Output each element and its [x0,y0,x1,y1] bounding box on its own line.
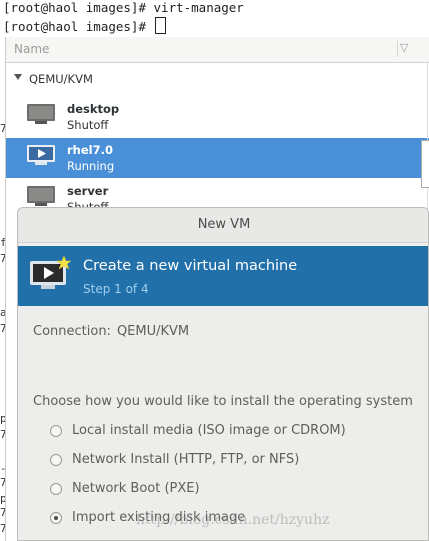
monitor-off-icon [27,186,55,206]
sort-arrow-icon[interactable]: ▽ [400,41,408,54]
column-name-label[interactable]: Name [14,42,49,56]
window-edge-fragment [421,140,429,188]
connection-info: Connection: QEMU/KVM [33,324,189,339]
radio-label[interactable]: Network Install (HTTP, FTP, or NFS) [72,452,299,467]
vm-name: desktop [67,102,120,116]
connection-label: Connection: [33,324,111,339]
terminal-cursor [154,17,166,34]
connection-group-label: QEMU/KVM [29,72,93,86]
vm-row-desktop[interactable]: desktop Shutoff [6,97,429,137]
connection-group-row[interactable]: QEMU/KVM [6,67,429,91]
terminal-line-prompt: [root@haol images]# [3,17,166,35]
vm-name: rhel7.0 [67,143,113,157]
vm-status: Shutoff [67,118,109,132]
terminal-line-command: [root@haol images]# virt-manager [3,0,244,15]
new-vm-dialog: New VM Create a new virtual machine Step… [17,207,429,541]
dialog-title: New VM [18,208,428,243]
vm-status: Running [67,159,115,173]
radio-button-selected[interactable] [50,512,62,524]
wizard-step: Step 1 of 4 [83,282,149,296]
radio-button[interactable] [50,425,62,437]
terminal-prompt-text: [root@haol images]# [3,19,154,34]
wizard-banner: Create a new virtual machine Step 1 of 4 [18,246,428,306]
radio-label[interactable]: Network Boot (PXE) [72,481,200,496]
install-method-label: Choose how you would like to install the… [33,394,413,409]
radio-button[interactable] [50,483,62,495]
monitor-running-icon [27,145,55,165]
radio-button[interactable] [50,454,62,466]
expander-arrow-icon[interactable] [14,74,22,80]
radio-label[interactable]: Local install media (ISO image or CDROM) [72,423,346,438]
vm-row-rhel7[interactable]: rhel7.0 Running [6,138,429,178]
monitor-off-icon [27,104,55,124]
new-vm-monitor-icon [30,255,72,289]
column-separator [397,41,398,57]
watermark-text: http://blog.csdn.net/hzyuhz [136,512,330,528]
connection-value: QEMU/KVM [116,324,190,339]
vm-name: server [67,184,109,198]
list-column-header[interactable]: Name ▽ [6,37,429,63]
wizard-title: Create a new virtual machine [83,258,298,274]
